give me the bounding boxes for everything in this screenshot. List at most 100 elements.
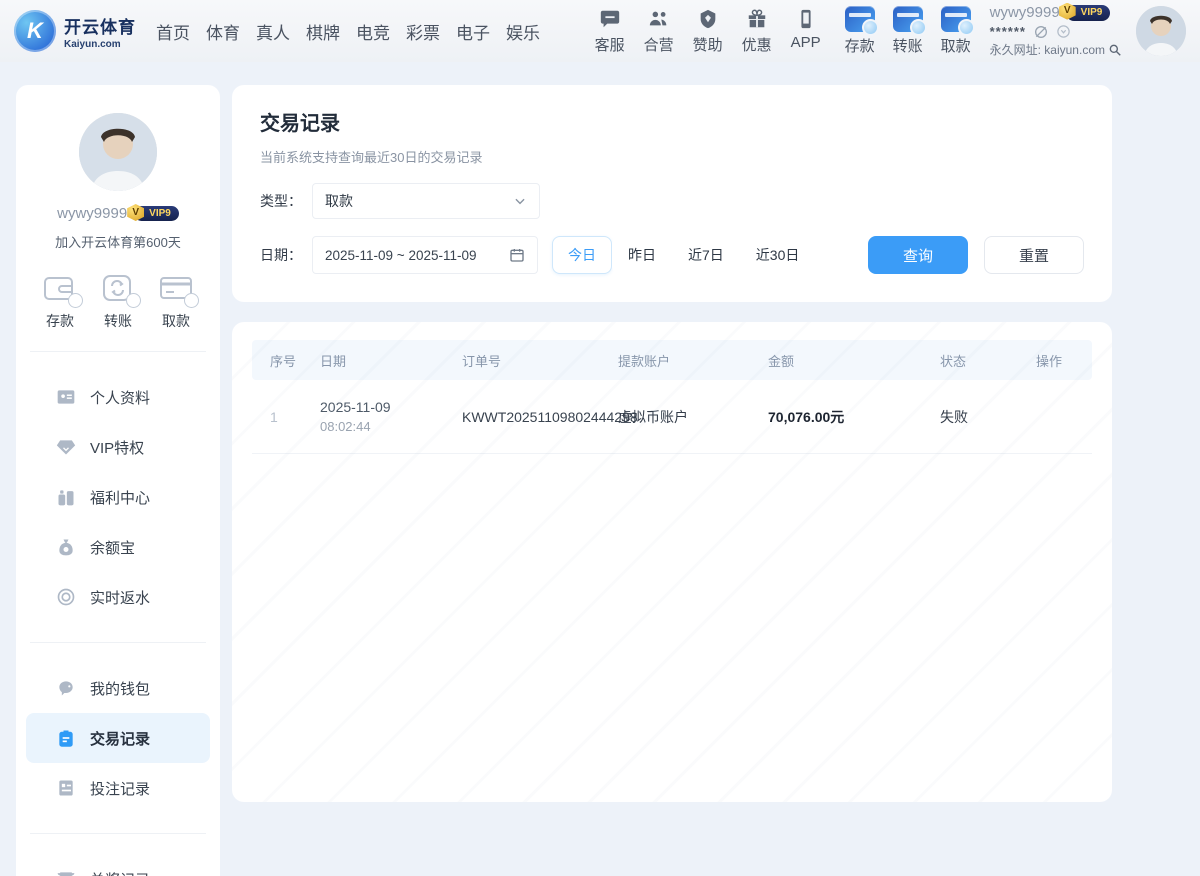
diamond-badge-icon [696,7,720,31]
wallet-icon [42,273,78,303]
topbar: K 开云体育 Kaiyun.com 首页 体育 真人 棋牌 电竞 彩票 电子 娱… [0,0,1200,62]
magnifier-icon[interactable] [1108,43,1124,59]
nav-item-lottery[interactable]: 彩票 [406,19,440,44]
type-select-value: 取款 [325,191,353,211]
filter-card: 交易记录 当前系统支持查询最近30日的交易记录 类型： 取款 日期： 2025-… [232,85,1112,302]
page: K 开云体育 Kaiyun.com 首页 体育 真人 棋牌 电竞 彩票 电子 娱… [0,0,1200,876]
service-label: 客服 [595,34,625,55]
col-header-status: 状态 [930,351,1026,370]
withdraw-label: 取款 [941,35,971,56]
exchange-icon [100,273,136,303]
logo-title: 开云体育 [64,13,136,38]
phone-icon [794,7,818,31]
profile-avatar[interactable] [79,113,157,191]
main-nav: 首页 体育 真人 棋牌 电竞 彩票 电子 娱乐 [156,19,540,44]
username: wywy9999 [990,4,1060,23]
date-label: 日期： [260,245,312,265]
date-range-input[interactable]: 2025-11-09 ~ 2025-11-09 [312,236,538,274]
sidebar-item-profile[interactable]: 个人资料 [26,372,210,422]
refresh-icon[interactable] [1056,24,1072,40]
service-link[interactable]: 客服 [592,7,628,55]
row-account: 虚拟币账户 [608,407,758,427]
welfare-icon [56,487,76,507]
nav-item-home[interactable]: 首页 [156,19,190,44]
row-amount: 70,076.00元 [758,407,930,427]
table-header: 序号 日期 订单号 提款账户 金额 状态 操作 [252,340,1092,380]
reset-button[interactable]: 重置 [984,236,1084,274]
sidebar-divider [30,351,206,352]
vip-badge: VIP9 [1066,5,1111,22]
money-pouch-icon [56,537,76,557]
nav-item-sports[interactable]: 体育 [206,19,240,44]
sidebar-item-wallet[interactable]: 我的钱包 [26,663,210,713]
eye-off-icon[interactable] [1033,24,1049,40]
sidebar-item-rebate-label: 实时返水 [90,587,150,608]
gift-icon [745,7,769,31]
sidebar-item-vip[interactable]: VIP特权 [26,422,210,472]
nav-item-esports[interactable]: 电竞 [356,19,390,44]
date-filter-row: 日期： 2025-11-09 ~ 2025-11-09 今日 昨日 近7日 近3… [260,236,1084,274]
col-header-action: 操作 [1026,351,1092,370]
sidebar-item-prizes[interactable]: 兑奖记录 [26,854,210,876]
type-label: 类型： [260,191,312,211]
sidebar-deposit-action[interactable]: 存款 [42,273,78,331]
withdraw-card-icon [941,6,971,32]
promo-link[interactable]: 优惠 [739,7,775,55]
row-index: 1 [252,409,310,425]
site-logo[interactable]: K 开云体育 Kaiyun.com [14,10,136,52]
main: 交易记录 当前系统支持查询最近30日的交易记录 类型： 取款 日期： 2025-… [232,85,1112,802]
search-button[interactable]: 查询 [868,236,968,274]
nav-item-chess[interactable]: 棋牌 [306,19,340,44]
sidebar-divider [30,833,206,834]
prize-icon [56,869,76,876]
nav-item-live[interactable]: 真人 [256,19,290,44]
shortcut-7days[interactable]: 近7日 [672,236,740,274]
date-shortcuts: 今日 昨日 近7日 近30日 [552,236,815,274]
sidebar-item-profile-label: 个人资料 [90,387,150,408]
user-info: wywy9999 VIP9 ****** 永久网址: kaiyun.com [990,4,1124,59]
sidebar-withdraw-action[interactable]: 取款 [158,273,194,331]
shortcut-today[interactable]: 今日 [552,236,612,274]
shortcut-yesterday[interactable]: 昨日 [612,236,672,274]
sidebar-divider [30,642,206,643]
type-select[interactable]: 取款 [312,183,540,219]
col-header-order: 订单号 [452,351,608,370]
topbar-right: 客服 合营 赞助 优惠 [592,4,1186,59]
nav-item-entertainment[interactable]: 娱乐 [506,19,540,44]
sidebar-item-wallet-label: 我的钱包 [90,678,150,699]
user-avatar[interactable] [1136,6,1186,56]
row-date: 2025-11-09 08:02:44 [310,399,452,434]
transfer-card-icon [893,6,923,32]
row-order-no: KWWT20251109802444298 [452,409,608,425]
col-header-amount: 金额 [758,351,930,370]
gem-icon [56,437,76,457]
deposit-card-icon [845,6,875,32]
app-link[interactable]: APP [788,7,824,55]
withdraw-link[interactable]: 取款 [938,6,974,56]
sidebar-transfer-label: 转账 [104,311,132,331]
sidebar-item-vip-label: VIP特权 [90,437,144,458]
col-header-account: 提款账户 [608,351,758,370]
sidebar-item-bets[interactable]: 投注记录 [26,763,210,813]
sidebar-item-welfare[interactable]: 福利中心 [26,472,210,522]
shortcut-30days[interactable]: 近30日 [740,236,816,274]
table-row: 1 2025-11-09 08:02:44 KWWT20251109802444… [252,380,1092,454]
sidebar-item-welfare-label: 福利中心 [90,487,150,508]
sidebar-transfer-action[interactable]: 转账 [100,273,136,331]
sidebar-item-yuebao-label: 余额宝 [90,537,135,558]
transfer-link[interactable]: 转账 [890,6,926,56]
content: wywy9999 VIP9 加入开云体育第600天 存款 转账 [0,62,1200,876]
nav-item-slots[interactable]: 电子 [456,19,490,44]
bet-record-icon [56,778,76,798]
sponsor-link[interactable]: 赞助 [690,7,726,55]
logo-k-icon: K [14,10,56,52]
sidebar-item-bets-label: 投注记录 [90,778,150,799]
id-card-icon [56,387,76,407]
sidebar-item-transactions[interactable]: 交易记录 [26,713,210,763]
page-title: 交易记录 [260,107,1084,136]
sidebar-item-rebate[interactable]: 实时返水 [26,572,210,622]
deposit-link[interactable]: 存款 [842,6,878,56]
affiliate-link[interactable]: 合营 [641,7,677,55]
sidebar-item-yuebao[interactable]: 余额宝 [26,522,210,572]
sidebar-item-prizes-label: 兑奖记录 [90,869,150,876]
